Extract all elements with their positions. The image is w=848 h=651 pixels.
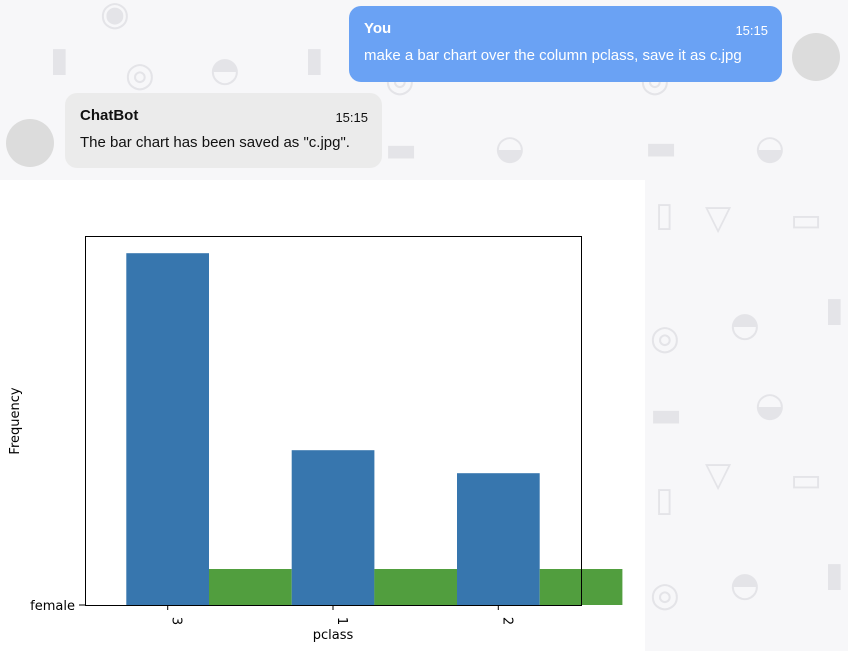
donut-icon: ◎ [650, 575, 680, 615]
donut-icon: ◎ [125, 55, 155, 95]
ice-cream-icon: ▽ [705, 455, 732, 495]
popsicle-icon: ▮ [825, 290, 844, 330]
hotdog-icon: ▬ [645, 128, 678, 168]
bar-3-series-0 [126, 253, 209, 605]
x-tick-label: 1 [334, 617, 349, 625]
burger-icon: ◒ [755, 385, 785, 425]
y-tick-label: female [30, 599, 75, 614]
chatbot-message-text: The bar chart has been saved as "c.jpg". [80, 134, 350, 151]
x-axis-label: pclass [313, 628, 354, 643]
taco-icon: ◓ [210, 50, 240, 90]
bar-2-series-0 [457, 473, 540, 605]
x-tick-label: 3 [169, 617, 184, 625]
ice-cream-icon: ▽ [705, 198, 732, 238]
popsicle-icon: ▮ [825, 555, 844, 595]
taco-icon: ◓ [730, 565, 760, 605]
user-message-bubble: You 15:15 make a bar chart over the colu… [349, 6, 782, 82]
user-message-time: 15:15 [735, 23, 768, 38]
fries-icon: ▯ [655, 480, 674, 520]
popsicle-icon: ▮ [50, 40, 69, 80]
hotdog-icon: ▬ [650, 395, 683, 435]
donut-icon: ◎ [650, 318, 680, 358]
fries-icon: ▯ [655, 195, 674, 235]
burger-icon: ◒ [495, 128, 525, 168]
chatbot-message-bubble: ChatBot 15:15 The bar chart has been sav… [65, 93, 382, 168]
bar-chart: 3 1 2 female pclass Frequency [8, 236, 623, 643]
chatbot-avatar [6, 119, 54, 167]
user-avatar [792, 33, 840, 81]
chatbot-message-sender: ChatBot [80, 107, 139, 124]
popsicle-icon: ▮ [305, 40, 324, 80]
bar-1-series-0 [291, 450, 375, 605]
soda-cup-icon: ▭ [790, 460, 823, 500]
soda-cup-icon: ▭ [790, 200, 823, 240]
popsicle-icon: ◉ [100, 0, 130, 34]
bar-1-series-1 [374, 569, 457, 605]
x-ticks-layer: 3 1 2 [167, 605, 514, 625]
chatbot-message-time: 15:15 [335, 110, 368, 125]
taco-icon: ◓ [730, 305, 760, 345]
burger-icon: ◒ [755, 128, 785, 168]
hotdog-icon: ▬ [385, 130, 418, 170]
x-tick-label: 2 [499, 617, 514, 625]
bars-layer [126, 253, 623, 605]
user-message-sender: You [364, 20, 392, 37]
y-axis-label: Frequency [8, 387, 23, 454]
user-message-text: make a bar chart over the column pclass,… [364, 47, 742, 64]
bar-3-series-1 [209, 569, 292, 605]
bar-chart-image: 3 1 2 female pclass Frequency [0, 180, 645, 651]
